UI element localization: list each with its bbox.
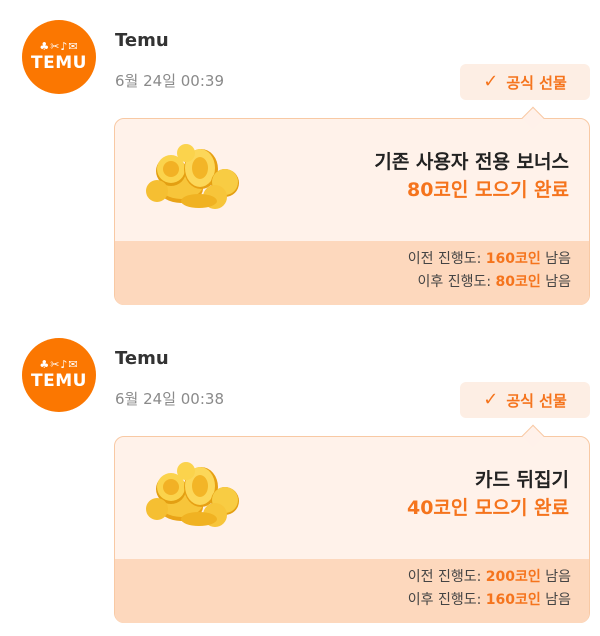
badge-label: 공식 선물	[506, 391, 567, 410]
gift-card[interactable]: 카드 뒤집기 40코인 모으기 완료 이전 진행도: 200코인 남음 이후 진…	[114, 424, 590, 623]
progress-before-label: 이전 진행도:	[407, 251, 482, 267]
avatar[interactable]: ♣✂♪✉ TEMU	[22, 338, 96, 412]
progress-before: 이전 진행도: 200코인 남음	[408, 567, 571, 587]
progress-after-suffix: 남음	[545, 274, 571, 290]
card-progress-footer: 이전 진행도: 160코인 남음 이후 진행도: 80코인 남음	[115, 241, 589, 305]
message-item: ♣✂♪✉ TEMU Temu 6월 24일 00:38 ✓ 공식 선물 카드 뒤…	[0, 318, 600, 636]
check-icon: ✓	[483, 71, 499, 92]
temu-logo-text: TEMU	[31, 371, 87, 391]
card-subtitle: 80코인 모으기 완료	[406, 179, 569, 201]
message-timestamp: 6월 24일 00:39	[115, 72, 224, 90]
sender-name: Temu	[115, 30, 169, 51]
progress-after-value: 80코인	[495, 274, 541, 290]
temu-logo-text: TEMU	[31, 53, 87, 73]
progress-after-suffix: 남음	[545, 592, 571, 608]
progress-after-value: 160코인	[485, 592, 541, 608]
official-gift-badge: ✓ 공식 선물	[460, 382, 590, 418]
progress-before-value: 200코인	[485, 569, 541, 585]
card-title: 카드 뒤집기	[474, 469, 569, 491]
gold-coins-icon	[146, 462, 239, 527]
progress-after: 이후 진행도: 160코인 남음	[408, 590, 571, 610]
card-title: 기존 사용자 전용 보너스	[374, 151, 569, 173]
progress-after-label: 이후 진행도:	[417, 274, 492, 290]
card-subtitle: 40코인 모으기 완료	[406, 497, 569, 519]
check-icon: ✓	[483, 389, 499, 410]
sender-name: Temu	[115, 348, 169, 369]
badge-label: 공식 선물	[506, 73, 567, 92]
gold-coins-icon	[146, 144, 239, 209]
official-gift-badge: ✓ 공식 선물	[460, 64, 590, 100]
progress-before-value: 160코인	[485, 251, 541, 267]
progress-after-label: 이후 진행도:	[407, 592, 482, 608]
avatar[interactable]: ♣✂♪✉ TEMU	[22, 20, 96, 94]
card-progress-footer: 이전 진행도: 200코인 남음 이후 진행도: 160코인 남음	[115, 559, 589, 623]
message-timestamp: 6월 24일 00:38	[115, 390, 224, 408]
progress-before: 이전 진행도: 160코인 남음	[408, 249, 571, 269]
gift-card[interactable]: 기존 사용자 전용 보너스 80코인 모으기 완료 이전 진행도: 160코인 …	[114, 106, 590, 305]
progress-before-label: 이전 진행도:	[407, 569, 482, 585]
progress-before-suffix: 남음	[545, 251, 571, 267]
message-item: ♣✂♪✉ TEMU Temu 6월 24일 00:39 ✓ 공식 선물 기존 사…	[0, 0, 600, 318]
temu-logo-glyphs: ♣✂♪✉	[39, 40, 79, 53]
temu-logo-glyphs: ♣✂♪✉	[39, 358, 79, 371]
progress-after: 이후 진행도: 80코인 남음	[418, 272, 572, 292]
progress-before-suffix: 남음	[545, 569, 571, 585]
